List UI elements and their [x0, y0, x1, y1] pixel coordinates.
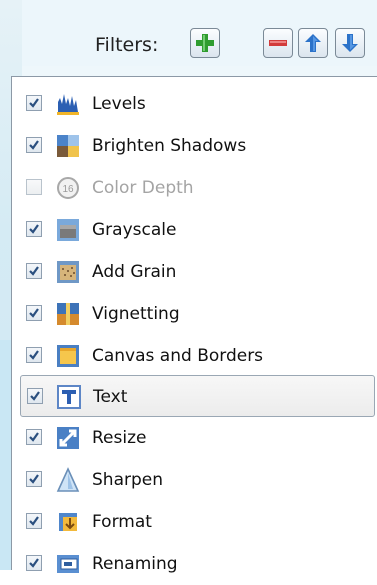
- canvas-borders-icon: [57, 345, 79, 367]
- filter-checkbox[interactable]: [26, 347, 42, 363]
- filters-label: Filters:: [95, 34, 159, 56]
- filter-label: Grayscale: [92, 220, 177, 240]
- filter-label: Color Depth: [92, 178, 194, 198]
- checkmark-icon: [29, 224, 39, 234]
- filter-label: Text: [93, 387, 128, 407]
- filters-toolbar: Filters:: [22, 0, 377, 66]
- checkmark-icon: [30, 391, 40, 401]
- filter-checkbox[interactable]: [26, 429, 42, 445]
- vignetting-icon: [57, 303, 79, 325]
- filter-label: Format: [92, 512, 152, 532]
- filter-row-vignetting[interactable]: Vignetting: [12, 293, 377, 335]
- checkmark-icon: [29, 308, 39, 318]
- checkmark-icon: [29, 98, 39, 108]
- checkmark-icon: [29, 474, 39, 484]
- filter-list[interactable]: Levels Brighten Shadows 16 Color Depth G…: [11, 76, 377, 574]
- filter-label: Sharpen: [92, 470, 163, 490]
- grayscale-icon: [57, 219, 79, 241]
- filter-row-brighten-shadows[interactable]: Brighten Shadows: [12, 125, 377, 167]
- renaming-icon: [57, 555, 79, 573]
- filter-label: Levels: [92, 94, 146, 114]
- filter-label: Resize: [92, 428, 147, 448]
- format-icon: [59, 513, 77, 531]
- filter-checkbox[interactable]: [26, 179, 42, 195]
- levels-icon: [57, 94, 79, 115]
- filter-row-levels[interactable]: Levels: [12, 83, 377, 125]
- text-icon: [57, 385, 81, 409]
- filter-label: Canvas and Borders: [92, 346, 264, 366]
- filter-checkbox[interactable]: [26, 137, 42, 153]
- filter-label: Renaming: [92, 554, 178, 574]
- plus-icon: [196, 34, 214, 52]
- filter-row-canvas-and-borders[interactable]: Canvas and Borders: [12, 335, 377, 377]
- filter-checkbox[interactable]: [27, 388, 43, 404]
- filter-row-color-depth[interactable]: 16 Color Depth: [12, 167, 377, 209]
- checkmark-icon: [29, 140, 39, 150]
- arrow-down-icon: [342, 34, 358, 52]
- filter-label: Brighten Shadows: [92, 136, 247, 156]
- resize-icon: [57, 427, 79, 449]
- filter-checkbox[interactable]: [26, 263, 42, 279]
- filter-row-add-grain[interactable]: Add Grain: [12, 251, 377, 293]
- filter-row-text[interactable]: Text: [20, 375, 375, 417]
- svg-text:16: 16: [62, 184, 74, 195]
- filter-row-grayscale[interactable]: Grayscale: [12, 209, 377, 251]
- filter-row-sharpen[interactable]: Sharpen: [12, 459, 377, 501]
- move-filter-down-button[interactable]: [335, 28, 365, 58]
- filter-row-format[interactable]: Format: [12, 501, 377, 543]
- move-filter-up-button[interactable]: [298, 28, 328, 58]
- checkmark-icon: [29, 266, 39, 276]
- minus-icon: [269, 40, 287, 46]
- filter-label: Add Grain: [92, 262, 177, 282]
- add-grain-icon: [57, 261, 79, 283]
- checkmark-icon: [29, 558, 39, 568]
- filter-row-resize[interactable]: Resize: [12, 417, 377, 459]
- filter-checkbox[interactable]: [26, 221, 42, 237]
- filter-checkbox[interactable]: [26, 471, 42, 487]
- sharpen-icon: [56, 467, 80, 492]
- color-depth-icon: 16: [57, 177, 79, 199]
- add-filter-button[interactable]: [190, 28, 220, 58]
- filter-checkbox[interactable]: [26, 513, 42, 529]
- remove-filter-button[interactable]: [263, 28, 293, 58]
- filter-row-renaming[interactable]: Renaming: [12, 543, 377, 585]
- filter-label: Vignetting: [92, 304, 180, 324]
- checkmark-icon: [29, 432, 39, 442]
- filter-checkbox[interactable]: [26, 555, 42, 571]
- checkmark-icon: [29, 350, 39, 360]
- brighten-shadows-icon: [57, 135, 79, 157]
- arrow-up-icon: [305, 34, 321, 52]
- filter-checkbox[interactable]: [26, 95, 42, 111]
- checkmark-icon: [29, 516, 39, 526]
- filter-checkbox[interactable]: [26, 305, 42, 321]
